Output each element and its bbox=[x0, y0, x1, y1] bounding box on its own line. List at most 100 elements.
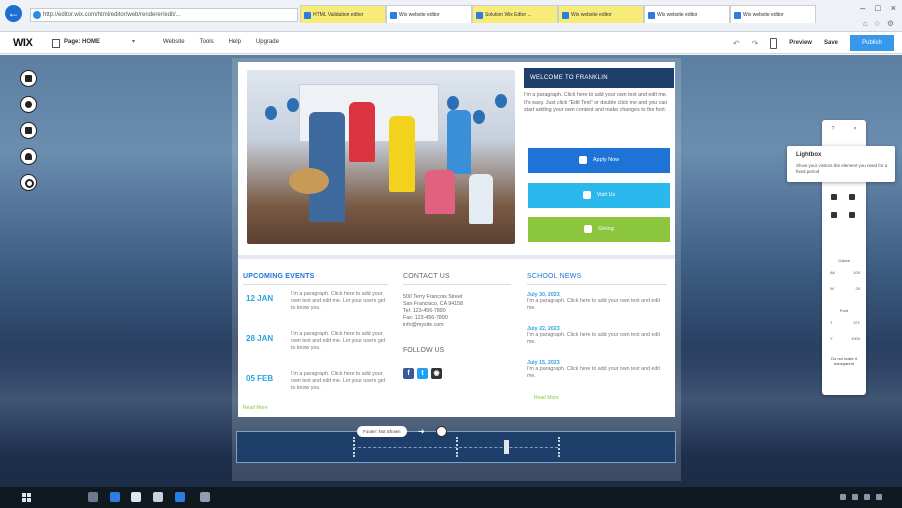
star-icon[interactable]: ☆ bbox=[874, 19, 881, 28]
child-figure bbox=[425, 170, 455, 214]
site-footer[interactable] bbox=[236, 431, 676, 463]
popup-text: Show your visitors the element you need … bbox=[796, 163, 888, 174]
align-icon[interactable] bbox=[831, 194, 837, 200]
save-button[interactable]: Save bbox=[824, 40, 838, 46]
page-icon bbox=[52, 39, 60, 48]
instagram-icon[interactable]: ◉ bbox=[431, 368, 442, 379]
tab-strip: HTML Validation editor Wix website edito… bbox=[300, 5, 816, 23]
minimize-button[interactable]: – bbox=[860, 3, 865, 13]
app-icon[interactable] bbox=[200, 492, 210, 502]
settings-gear-icon[interactable]: ⚙ bbox=[887, 19, 894, 28]
windows-start-icon[interactable] bbox=[22, 493, 31, 502]
menu-tools[interactable]: Tools bbox=[200, 39, 214, 45]
tab-favicon-icon bbox=[304, 12, 311, 19]
child-figure bbox=[349, 102, 375, 162]
footer-element[interactable] bbox=[504, 440, 509, 454]
event-desc: I'm a paragraph. Click here to add your … bbox=[291, 371, 386, 391]
tab-wix-editor[interactable]: Wix website editor bbox=[386, 5, 472, 23]
close-button[interactable]: × bbox=[891, 3, 896, 13]
lightbox-popup[interactable]: Lightbox Show your visitors the element … bbox=[787, 146, 895, 182]
tab-wix-editor-2[interactable]: Wix website editor bbox=[558, 5, 644, 23]
news-item[interactable]: July 15, 2023 I'm a paragraph. Click her… bbox=[527, 360, 667, 380]
editor-actions: ↶ ↷ Preview Save Publish bbox=[733, 34, 894, 52]
news-item[interactable]: July 30, 2023 I'm a paragraph. Click her… bbox=[527, 292, 667, 312]
background-icon[interactable] bbox=[20, 96, 37, 113]
mobile-view-icon[interactable] bbox=[770, 37, 778, 49]
store-icon[interactable] bbox=[153, 492, 163, 502]
menu-help[interactable]: Help bbox=[229, 39, 241, 45]
footer-resize-handle[interactable] bbox=[558, 437, 561, 457]
tab-favicon-icon bbox=[390, 12, 397, 19]
arrange-icon[interactable] bbox=[831, 212, 837, 218]
window-controls: – □ × bbox=[860, 3, 896, 13]
network-icon[interactable] bbox=[840, 494, 846, 500]
menu-upgrade[interactable]: Upgrade bbox=[256, 39, 279, 45]
ie-icon bbox=[33, 11, 41, 19]
preview-button[interactable]: Preview bbox=[789, 40, 812, 46]
undo-icon[interactable]: ↶ bbox=[733, 39, 740, 48]
facebook-icon[interactable]: f bbox=[403, 368, 414, 379]
twitter-icon[interactable]: t bbox=[417, 368, 428, 379]
publish-button[interactable]: Publish bbox=[850, 35, 894, 51]
giving-button[interactable]: Giving bbox=[528, 217, 670, 242]
media-icon[interactable] bbox=[20, 122, 37, 139]
close-icon[interactable]: × bbox=[853, 126, 856, 132]
panel-value-row[interactable]: Y 1000 bbox=[830, 336, 860, 341]
panel-value-row[interactable]: W 20 bbox=[830, 286, 860, 291]
divider bbox=[527, 284, 667, 285]
decoration-drop bbox=[495, 94, 507, 108]
news-read-more-link[interactable]: Read More bbox=[534, 395, 559, 401]
welcome-title[interactable]: WELCOME TO FRANKLIN bbox=[524, 68, 674, 88]
welcome-paragraph[interactable]: I'm a paragraph. Click here to add your … bbox=[524, 92, 670, 115]
event-date: 12 JAN bbox=[246, 294, 274, 303]
document-icon bbox=[578, 155, 587, 164]
help-icon[interactable]: ? bbox=[832, 126, 835, 132]
add-panel-icon[interactable] bbox=[20, 70, 37, 87]
visit-us-button[interactable]: Visit Us bbox=[528, 183, 670, 208]
tab-wix-editor-4[interactable]: Wix website editor bbox=[730, 5, 816, 23]
info-icon[interactable] bbox=[436, 426, 447, 437]
page-selector[interactable]: Page: HOME bbox=[64, 39, 100, 45]
align-icon[interactable] bbox=[849, 194, 855, 200]
app-market-icon[interactable] bbox=[20, 148, 37, 165]
wix-editor-bar: WIX Page: HOME ▾ Website Tools Help Upgr… bbox=[0, 32, 902, 54]
browser-chrome: ← http://editor.wix.com/html/editor/web/… bbox=[0, 0, 902, 32]
my-uploads-icon[interactable] bbox=[20, 174, 37, 191]
site-page: WELCOME TO FRANKLIN I'm a paragraph. Cli… bbox=[232, 58, 681, 481]
news-text: I'm a paragraph. Click here to add your … bbox=[527, 298, 660, 311]
maximize-button[interactable]: □ bbox=[875, 3, 880, 13]
event-date: 05 FEB bbox=[246, 374, 274, 383]
menu-website[interactable]: Website bbox=[163, 39, 185, 45]
home-icon[interactable]: ⌂ bbox=[863, 19, 868, 28]
footer-resize-handle[interactable] bbox=[456, 437, 459, 457]
battery-icon[interactable] bbox=[864, 494, 870, 500]
back-arrow-icon[interactable]: ← bbox=[5, 5, 22, 22]
events-read-more-link[interactable]: Read More bbox=[243, 405, 268, 411]
address-bar[interactable]: http://editor.wix.com/html/editor/web/re… bbox=[30, 8, 298, 22]
guitar-shape bbox=[289, 168, 329, 194]
address-text: http://editor.wix.com/html/editor/web/re… bbox=[43, 12, 181, 18]
decoration-drop bbox=[473, 110, 485, 124]
panel-value-row[interactable]: Alt 100 bbox=[830, 270, 860, 275]
tab-solution[interactable]: Solution Wix Edtor ... bbox=[472, 5, 558, 23]
redo-icon[interactable]: ↷ bbox=[752, 39, 759, 48]
chevron-down-icon[interactable]: ▾ bbox=[132, 38, 135, 45]
tab-html-validation[interactable]: HTML Validation editor bbox=[300, 5, 386, 23]
apply-now-button[interactable]: Apply Now bbox=[528, 148, 670, 173]
arrange-icon[interactable] bbox=[849, 212, 855, 218]
contact-details[interactable]: 500 Terry Francois Street San Francisco,… bbox=[403, 294, 513, 329]
search-icon[interactable] bbox=[88, 492, 98, 502]
news-item[interactable]: July 22, 2023 I'm a paragraph. Click her… bbox=[527, 326, 667, 346]
footer-resize-handle[interactable] bbox=[353, 437, 356, 457]
ie-taskbar-icon[interactable] bbox=[175, 492, 185, 502]
file-explorer-icon[interactable] bbox=[131, 492, 141, 502]
edge-icon[interactable] bbox=[110, 492, 120, 502]
hero-image[interactable] bbox=[247, 70, 515, 244]
panel-value-row[interactable]: T 371 bbox=[830, 320, 860, 325]
site-content: WELCOME TO FRANKLIN I'm a paragraph. Cli… bbox=[238, 62, 675, 417]
volume-icon[interactable] bbox=[852, 494, 858, 500]
tab-wix-editor-3[interactable]: Wix website editor bbox=[644, 5, 730, 23]
notifications-icon[interactable] bbox=[876, 494, 882, 500]
event-desc: I'm a paragraph. Click here to add your … bbox=[291, 291, 386, 311]
decoration-drop bbox=[265, 106, 277, 120]
